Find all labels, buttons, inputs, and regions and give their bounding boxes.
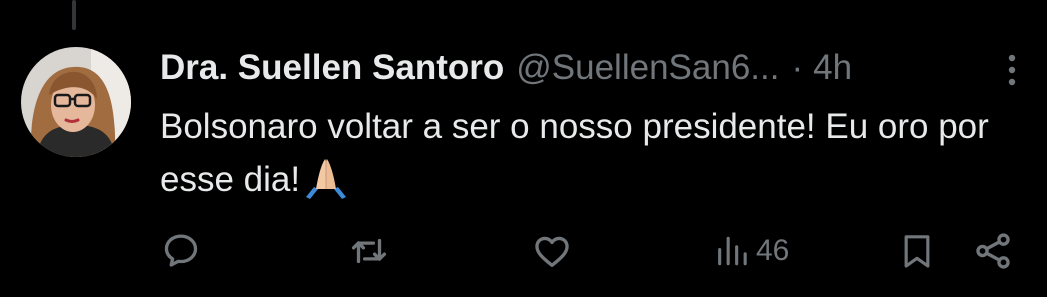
bookmark-icon bbox=[904, 235, 930, 268]
like-button[interactable] bbox=[531, 226, 573, 276]
tweet-text-content: Bolsonaro voltar a ser o nosso president… bbox=[160, 107, 989, 199]
views-icon bbox=[718, 236, 747, 266]
avatar[interactable] bbox=[21, 47, 131, 157]
thread-connector-line bbox=[72, 0, 76, 30]
folded-hands-icon bbox=[302, 155, 350, 199]
heart-icon bbox=[535, 236, 569, 268]
tweet-text: Bolsonaro voltar a ser o nosso president… bbox=[160, 100, 1020, 206]
avatar-image bbox=[21, 47, 131, 157]
views-button[interactable]: 46 bbox=[714, 226, 789, 276]
retweet-icon bbox=[351, 238, 387, 264]
share-button[interactable] bbox=[972, 226, 1014, 276]
bookmark-button[interactable] bbox=[897, 226, 937, 276]
share-icon bbox=[976, 233, 1010, 269]
author-name[interactable]: Dra. Suellen Santoro bbox=[160, 45, 504, 91]
timestamp[interactable]: 4h bbox=[813, 45, 852, 91]
reply-button[interactable] bbox=[160, 226, 202, 276]
separator-dot: · bbox=[791, 48, 804, 87]
views-count: 46 bbox=[756, 234, 790, 267]
tweet-header: Dra. Suellen Santoro @SuellenSan6... · 4… bbox=[160, 45, 852, 91]
reply-icon bbox=[164, 234, 198, 267]
retweet-button[interactable] bbox=[348, 226, 390, 276]
more-options-icon[interactable] bbox=[1000, 50, 1024, 90]
author-handle[interactable]: @SuellenSan6... bbox=[516, 45, 779, 91]
